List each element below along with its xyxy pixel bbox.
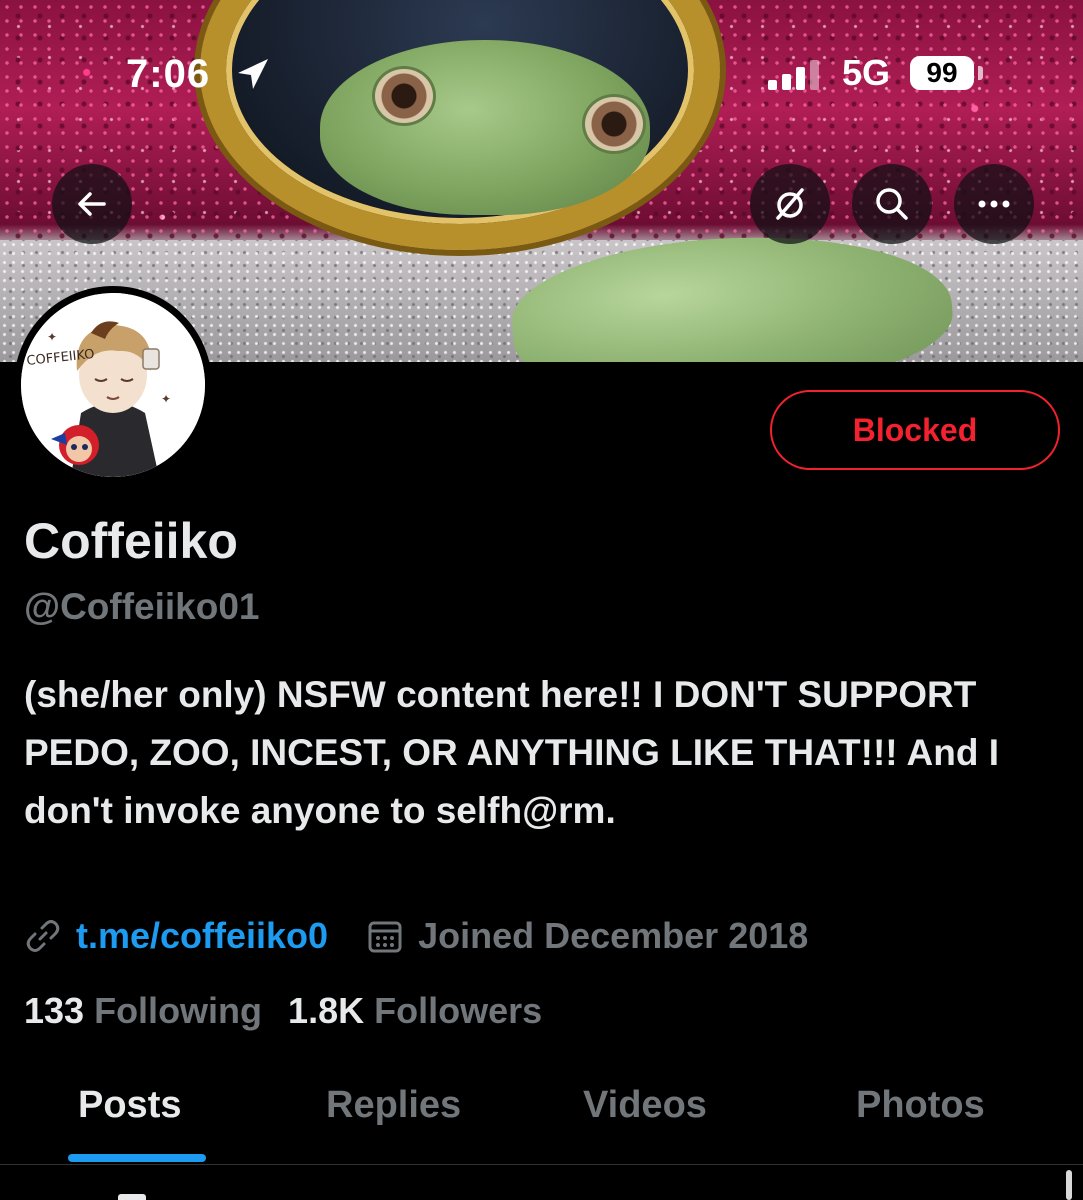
banner-frog-eye <box>372 66 436 126</box>
battery-indicator: 99 <box>910 56 974 90</box>
avatar-image: ✦ ✦ COFFEIIKO <box>21 293 205 477</box>
grok-button[interactable] <box>750 164 830 244</box>
avatar[interactable]: ✦ ✦ COFFEIIKO <box>14 286 212 484</box>
grok-icon <box>776 188 804 220</box>
followers-label[interactable]: Followers <box>374 990 542 1032</box>
banner-frog-eye <box>582 94 646 154</box>
more-options-button[interactable] <box>954 164 1034 244</box>
back-arrow-icon <box>78 192 106 216</box>
follow-stats: 133 Following 1.8K Followers <box>24 990 568 1032</box>
tab-videos[interactable]: Videos <box>583 1084 707 1127</box>
avatar-illustration: ✦ ✦ COFFEIIKO <box>21 293 205 477</box>
tab-replies[interactable]: Replies <box>326 1084 461 1127</box>
battery-tip <box>978 66 983 80</box>
svg-text:✦: ✦ <box>47 330 57 344</box>
calendar-icon <box>368 921 402 953</box>
following-label[interactable]: Following <box>94 990 262 1032</box>
display-name: Coffeiiko <box>24 513 238 569</box>
status-time: 7:06 <box>126 52 211 96</box>
signal-bars-icon <box>768 60 819 90</box>
network-type: 5G <box>842 52 891 93</box>
joined-date: Joined December 2018 <box>418 915 809 956</box>
next-post-peek <box>118 1194 146 1200</box>
followers-count[interactable]: 1.8K <box>288 990 364 1032</box>
more-icon <box>978 200 1010 208</box>
location-arrow-icon <box>238 59 268 89</box>
link-icon <box>26 920 60 952</box>
profile-bio: (she/her only) NSFW content here!! I DON… <box>24 674 999 831</box>
following-count[interactable]: 133 <box>24 990 84 1032</box>
tab-posts[interactable]: Posts <box>78 1084 181 1127</box>
profile-link[interactable]: t.me/coffeiiko0 <box>76 915 328 957</box>
profile-tabs: Posts Replies Videos Photos <box>0 1072 1083 1164</box>
search-button[interactable] <box>852 164 932 244</box>
back-button[interactable] <box>52 164 132 244</box>
blocked-button[interactable]: Blocked <box>770 390 1060 470</box>
user-handle: @Coffeiiko01 <box>24 586 260 627</box>
tab-photos[interactable]: Photos <box>856 1084 985 1127</box>
scrollbar[interactable] <box>1066 1170 1072 1200</box>
active-tab-indicator <box>68 1154 206 1162</box>
profile-meta: t.me/coffeiiko0 Joined December 2018 <box>24 912 808 960</box>
search-icon <box>876 188 908 220</box>
svg-text:✦: ✦ <box>161 392 171 406</box>
tabs-divider <box>0 1164 1083 1165</box>
